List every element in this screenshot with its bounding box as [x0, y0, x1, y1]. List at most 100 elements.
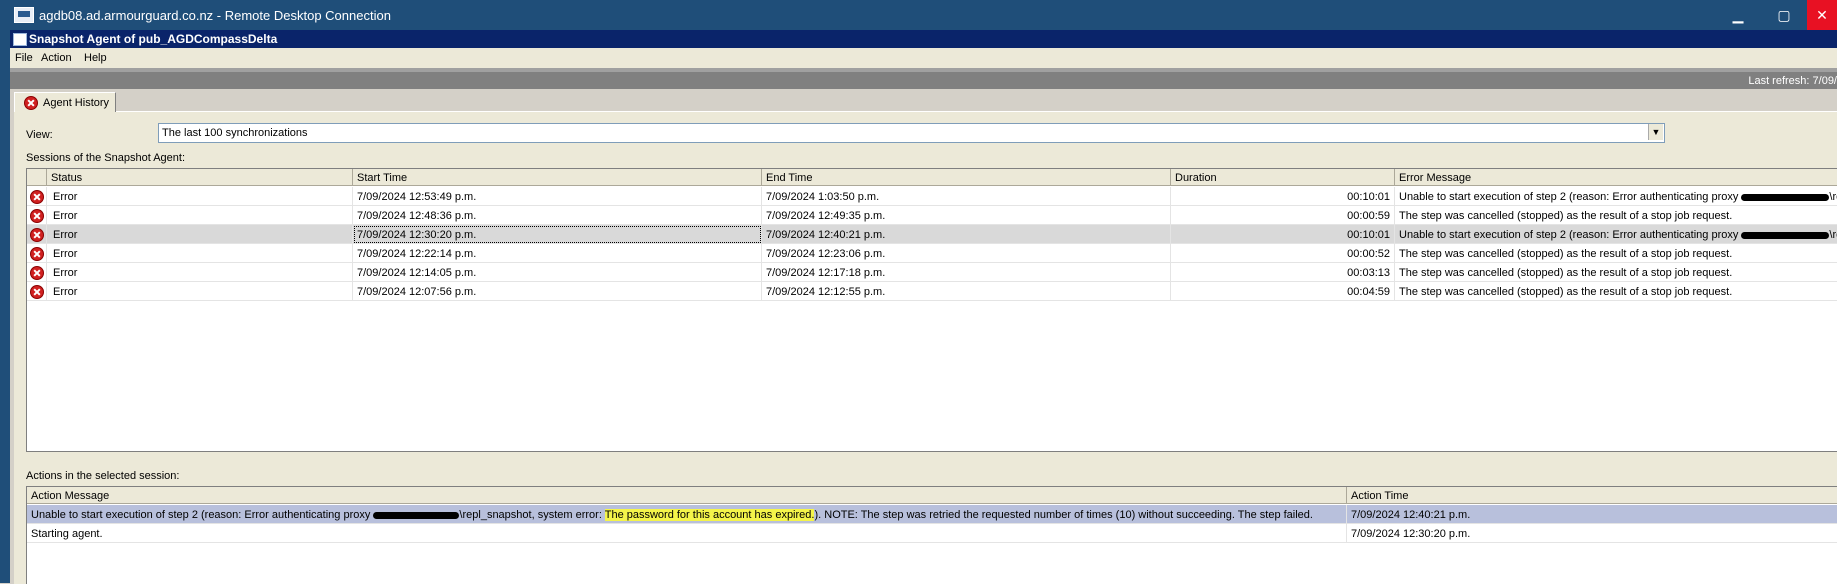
- duration-cell: 00:00:52: [1171, 244, 1395, 263]
- duration-cell: 00:10:01: [1171, 225, 1395, 244]
- action-time-cell: 7/09/2024 12:40:21 p.m.: [1347, 505, 1837, 524]
- table-row[interactable]: Error 7/09/2024 12:22:14 p.m. 7/09/2024 12…: [27, 244, 1837, 263]
- error-message-cell: The step was cancelled (stopped) as the …: [1395, 206, 1837, 225]
- end-time-text: 7/09/2024 12:40:21 p.m.: [766, 229, 886, 241]
- header-duration[interactable]: Duration: [1171, 169, 1395, 186]
- header-action-message[interactable]: Action Message: [27, 487, 1347, 504]
- error-icon: [30, 285, 44, 299]
- status-cell: Error: [47, 187, 353, 206]
- snapshot-agent-icon: [13, 33, 27, 46]
- header-start-time[interactable]: Start Time: [353, 169, 762, 186]
- duration-text: 00:00:59: [1347, 210, 1390, 222]
- list-item[interactable]: Unable to start execution of step 2 (rea…: [27, 505, 1837, 524]
- error-icon: [30, 190, 44, 204]
- error-message-text: The step was cancelled (stopped) as the …: [1399, 267, 1733, 279]
- start-time-text: 7/09/2024 12:14:05 p.m.: [357, 267, 477, 279]
- duration-cell: 00:03:13: [1171, 263, 1395, 282]
- error-message-cell: The step was cancelled (stopped) as the …: [1395, 263, 1837, 282]
- header-error-message[interactable]: Error Message: [1395, 169, 1837, 186]
- menu-action[interactable]: Action: [41, 52, 72, 64]
- action-message-text: Starting agent.: [31, 528, 103, 540]
- status-band: [10, 69, 1837, 89]
- menu-file[interactable]: File: [15, 52, 33, 64]
- table-row[interactable]: Error 7/09/2024 12:48:36 p.m. 7/09/2024 12…: [27, 206, 1837, 225]
- error-message-tail: \repl_sna: [1829, 229, 1837, 241]
- left-frame: [0, 30, 10, 583]
- row-status-icon-cell: [27, 206, 47, 225]
- error-message-text: Unable to start execution of step 2 (rea…: [1399, 191, 1742, 203]
- rdp-title-bar: agdb08.ad.armourguard.co.nz - Remote Des…: [0, 0, 1837, 30]
- end-time-cell: 7/09/2024 12:40:21 p.m.: [762, 225, 1171, 244]
- error-message-text: The step was cancelled (stopped) as the …: [1399, 210, 1733, 222]
- duration-text: 00:03:13: [1347, 267, 1390, 279]
- action-time-cell: 7/09/2024 12:30:20 p.m.: [1347, 524, 1837, 543]
- header-status[interactable]: Status: [47, 169, 353, 186]
- error-message-cell: Unable to start execution of step 2 (rea…: [1395, 187, 1837, 206]
- start-time-text: 7/09/2024 12:48:36 p.m.: [357, 210, 477, 222]
- minimize-button[interactable]: ▁: [1715, 0, 1761, 30]
- duration-cell: 00:04:59: [1171, 282, 1395, 301]
- action-time-text: 7/09/2024 12:30:20 p.m.: [1351, 528, 1471, 540]
- tab-agent-history[interactable]: Agent History: [14, 92, 116, 112]
- app-title-bar: Snapshot Agent of pub_AGDCompassDelta: [10, 30, 1837, 48]
- duration-text: 00:00:52: [1347, 248, 1390, 260]
- highlighted-error-text: The password for this account has expire…: [604, 509, 815, 521]
- action-message-mid: \repl_snapshot, system error:: [459, 509, 605, 521]
- error-icon: [24, 96, 38, 110]
- start-time-cell: 7/09/2024 12:14:05 p.m.: [353, 263, 762, 282]
- redacted-text: [373, 511, 460, 519]
- end-time-text: 7/09/2024 12:12:55 p.m.: [766, 286, 886, 298]
- header-action-time[interactable]: Action Time: [1347, 487, 1837, 504]
- end-time-text: 7/09/2024 12:17:18 p.m.: [766, 267, 886, 279]
- close-button[interactable]: ✕: [1807, 0, 1837, 30]
- start-time-text: 7/09/2024 12:30:20 p.m.: [357, 229, 477, 241]
- maximize-button[interactable]: ▢: [1761, 0, 1807, 30]
- table-row[interactable]: Error 7/09/2024 12:30:20 p.m. 7/09/2024 12…: [27, 225, 1837, 244]
- status-text: Error: [53, 286, 78, 298]
- list-item[interactable]: Starting agent. 7/09/2024 12:30:20 p.m.: [27, 524, 1837, 543]
- action-message-cell: Starting agent.: [27, 524, 1347, 543]
- end-time-text: 7/09/2024 12:49:35 p.m.: [766, 210, 886, 222]
- row-status-icon-cell: [27, 244, 47, 263]
- action-time-text: 7/09/2024 12:40:21 p.m.: [1351, 509, 1471, 521]
- start-time-cell: 7/09/2024 12:48:36 p.m.: [353, 206, 762, 225]
- table-row[interactable]: Error 7/09/2024 12:14:05 p.m. 7/09/2024 12…: [27, 263, 1837, 282]
- view-dropdown[interactable]: The last 100 synchronizations: [158, 123, 1665, 143]
- start-time-cell: 7/09/2024 12:30:20 p.m.: [353, 225, 762, 244]
- error-message-text: Unable to start execution of step 2 (rea…: [1399, 229, 1742, 241]
- end-time-text: 7/09/2024 1:03:50 p.m.: [766, 191, 880, 203]
- duration-text: 00:04:59: [1347, 286, 1390, 298]
- dropdown-arrow-icon[interactable]: ▼: [1648, 124, 1663, 140]
- status-text: Error: [53, 210, 78, 222]
- last-refresh-text: Last refresh: 7/09/: [1748, 75, 1837, 87]
- remote-desktop-icon: [14, 7, 34, 23]
- view-selected-value: The last 100 synchronizations: [162, 127, 308, 139]
- start-time-text: 7/09/2024 12:22:14 p.m.: [357, 248, 477, 260]
- status-band-strip: [10, 69, 1837, 72]
- redacted-text: [1741, 231, 1830, 239]
- redacted-text: [1741, 193, 1830, 201]
- table-row[interactable]: Error 7/09/2024 12:53:49 p.m. 7/09/2024 1:…: [27, 187, 1837, 206]
- sessions-label: Sessions of the Snapshot Agent:: [26, 152, 186, 164]
- header-end-time[interactable]: End Time: [762, 169, 1171, 186]
- row-status-icon-cell: [27, 282, 47, 301]
- start-time-cell: 7/09/2024 12:07:56 p.m.: [353, 282, 762, 301]
- actions-label: Actions in the selected session:: [26, 470, 180, 482]
- end-time-cell: 7/09/2024 1:03:50 p.m.: [762, 187, 1171, 206]
- table-row[interactable]: Error 7/09/2024 12:07:56 p.m. 7/09/2024 12…: [27, 282, 1837, 301]
- end-time-cell: 7/09/2024 12:49:35 p.m.: [762, 206, 1171, 225]
- sessions-grid: Status Start Time End Time Duration Erro…: [26, 168, 1837, 452]
- status-text: Error: [53, 229, 78, 241]
- start-time-cell: 7/09/2024 12:53:49 p.m.: [353, 187, 762, 206]
- error-icon: [30, 247, 44, 261]
- menu-help[interactable]: Help: [84, 52, 107, 64]
- view-label: View:: [26, 129, 53, 141]
- status-text: Error: [53, 267, 78, 279]
- duration-text: 00:10:01: [1347, 191, 1390, 203]
- actions-grid: Action Message Action Time Unable to sta…: [26, 486, 1837, 584]
- error-message-tail: \repl_sna: [1829, 191, 1837, 203]
- error-icon: [30, 209, 44, 223]
- status-cell: Error: [47, 282, 353, 301]
- menu-bar: File Action Help: [10, 48, 1837, 69]
- tab-label: Agent History: [43, 97, 110, 109]
